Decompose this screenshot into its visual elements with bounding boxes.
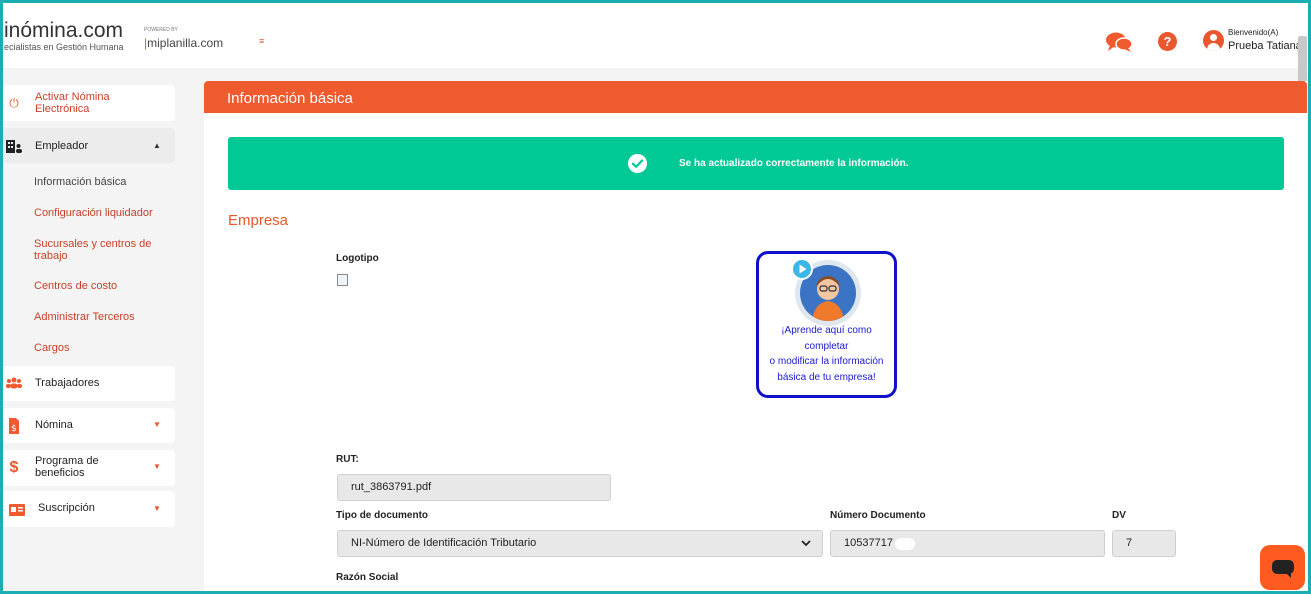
help-icon[interactable]: ?	[1158, 32, 1177, 51]
panel-header: Información básica	[204, 81, 1307, 113]
sidebar: ⏻ Activar Nómina Electrónica Empleador ▲…	[0, 68, 190, 594]
partner-logo: |miplanilla.com	[144, 36, 224, 50]
dollar-icon: $	[9, 459, 19, 476]
doc-number-label: Número Documento	[830, 510, 926, 521]
partner-name: miplanilla.com	[147, 36, 224, 50]
power-icon: ⏻	[9, 96, 19, 110]
sidebar-item-empleador[interactable]: Empleador ▲	[0, 128, 175, 163]
section-title: Empresa	[228, 212, 289, 229]
caret-down-icon: ▼	[153, 504, 161, 513]
logo-wordmark: inómina.com	[4, 19, 124, 42]
id-card-icon	[9, 504, 25, 516]
main-content: Información básica Se ha actualizado cor…	[204, 81, 1307, 594]
broken-image-icon[interactable]	[337, 274, 348, 286]
brand-logo[interactable]: inómina.com ecialistas en Gestión Humana	[4, 19, 124, 53]
file-invoice-dollar-icon: $	[9, 418, 19, 434]
user-avatar-icon[interactable]	[1203, 30, 1224, 51]
sidebar-item-label: Programa de beneficios	[35, 455, 99, 479]
sidebar-item-programa-beneficios[interactable]: $ Programa de beneficios ▼	[0, 450, 175, 486]
sidebar-item-label: Empleador	[35, 140, 89, 152]
powered-by-label: POWERED BY	[144, 27, 178, 33]
doc-number-input[interactable]: 10537717	[830, 530, 1105, 557]
razon-social-label: Razón Social	[336, 572, 399, 583]
top-header: inómina.com ecialistas en Gestión Humana…	[0, 0, 1311, 68]
dv-label: DV	[1112, 510, 1126, 521]
check-circle-icon	[628, 154, 647, 173]
rut-file-input[interactable]: rut_3863791.pdf	[337, 474, 611, 501]
sidebar-item-label: Nómina	[35, 419, 73, 431]
doc-type-select[interactable]: NI-Número de Identificación Tributario	[337, 530, 823, 557]
chat-widget-button[interactable]	[1260, 545, 1305, 590]
sidebar-subitem-configuracion-liquidador[interactable]: Configuración liquidador	[34, 207, 153, 219]
chevron-down-icon	[801, 540, 811, 547]
chat-icon[interactable]	[1106, 31, 1132, 53]
sidebar-item-nomina[interactable]: $ Nómina ▼	[0, 408, 175, 443]
success-alert: Se ha actualizado correctamente la infor…	[228, 137, 1284, 190]
svg-text:$: $	[11, 424, 17, 434]
logo-tagline: ecialistas en Gestión Humana	[4, 42, 124, 52]
doc-type-label: Tipo de documento	[336, 510, 429, 521]
caret-down-icon: ▼	[153, 462, 161, 471]
sidebar-subitem-administrar-terceros[interactable]: Administrar Terceros	[34, 311, 135, 323]
tutorial-text: ¡Aprende aquí como completar o modificar…	[769, 325, 884, 383]
sidebar-item-trabajadores[interactable]: Trabajadores	[0, 366, 175, 401]
caret-up-icon: ▲	[153, 141, 161, 150]
menu-toggle-icon[interactable]: ≡	[259, 36, 264, 46]
tutorial-card[interactable]: ¡Aprende aquí como completar o modificar…	[756, 251, 897, 398]
sidebar-subitem-informacion-basica[interactable]: Información básica	[34, 176, 126, 188]
dv-input[interactable]: 7	[1112, 530, 1176, 557]
sidebar-item-label: Suscripción	[38, 502, 95, 514]
sidebar-subitem-cargos[interactable]: Cargos	[34, 342, 69, 354]
redaction-blur	[895, 538, 915, 550]
rut-label: RUT:	[336, 454, 359, 465]
users-icon	[6, 377, 22, 389]
play-icon	[791, 258, 813, 280]
sidebar-item-suscripcion[interactable]: Suscripción ▼	[0, 491, 175, 527]
sidebar-subitem-sucursales[interactable]: Sucursales y centros de trabajo	[34, 238, 159, 262]
sidebar-subitem-centros-costo[interactable]: Centros de costo	[34, 280, 117, 292]
sidebar-item-activar-nomina[interactable]: ⏻ Activar Nómina Electrónica	[0, 85, 175, 121]
logo-label: Logotipo	[336, 253, 379, 264]
caret-down-icon: ▼	[153, 420, 161, 429]
building-user-icon	[6, 140, 22, 153]
sidebar-item-label: Activar Nómina Electrónica	[35, 91, 110, 115]
welcome-label: Bienvenido(A)	[1228, 28, 1279, 37]
alert-message: Se ha actualizado correctamente la infor…	[679, 158, 909, 169]
page-title: Información básica	[227, 90, 353, 107]
user-name[interactable]: Prueba Tatiana	[1228, 40, 1302, 52]
sidebar-item-label: Trabajadores	[35, 377, 100, 389]
